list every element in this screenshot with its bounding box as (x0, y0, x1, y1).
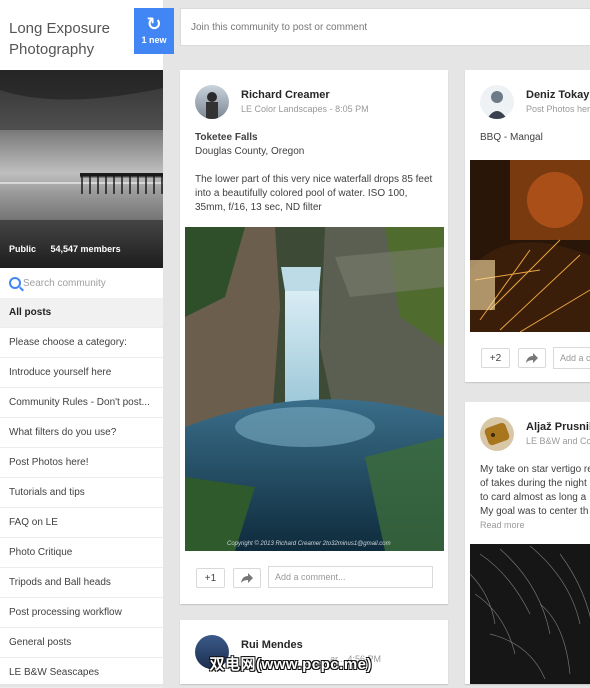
post-photo[interactable] (470, 544, 590, 684)
comment-input[interactable]: Add a c (553, 347, 590, 369)
share-button[interactable] (233, 568, 261, 588)
join-community-bar[interactable]: Join this community to post or comment (180, 8, 590, 46)
avatar[interactable] (195, 85, 229, 119)
community-cover-photo (0, 70, 163, 268)
post-author[interactable]: Richard Creamer (241, 89, 330, 101)
post-category[interactable]: LE B&W and Col (526, 436, 590, 446)
post-card: Deniz Tokay Post Photos here! BBQ - Mang… (465, 70, 590, 382)
post-card: Aljaž Prusnik LE B&W and Col My take on … (465, 402, 590, 684)
post-card: Rui Mendes ar... 4:56 PM (180, 620, 448, 684)
post-author[interactable]: Deniz Tokay (526, 89, 589, 101)
comment-input[interactable]: Add a comment... (268, 566, 433, 588)
post-content: Toketee Falls Douglas County, Oregon The… (195, 131, 435, 215)
share-icon (241, 573, 253, 583)
avatar[interactable] (480, 85, 514, 119)
post-author[interactable]: Rui Mendes (241, 639, 303, 651)
new-posts-count: 1 new (141, 35, 167, 45)
category-rules[interactable]: Community Rules - Don't post... (0, 388, 163, 418)
member-count[interactable]: 54,547 members (51, 244, 121, 254)
category-tripods[interactable]: Tripods and Ball heads (0, 568, 163, 598)
post-photo[interactable] (470, 160, 590, 332)
post-body: BBQ - Mangal (480, 132, 543, 143)
category-critique[interactable]: Photo Critique (0, 538, 163, 568)
read-more-link[interactable]: Read more (480, 520, 525, 530)
post-category[interactable]: Post Photos here! (526, 104, 590, 114)
photo-copyright: Copyright © 2013 Richard Creamer 2to32mi… (227, 540, 391, 547)
community-stats: Public 54,547 members (9, 244, 133, 254)
post-body: The lower part of this very nice waterfa… (195, 174, 433, 213)
refresh-icon: ↻ (146, 14, 162, 34)
category-post-photos[interactable]: Post Photos here! (0, 448, 163, 478)
category-filters[interactable]: What filters do you use? (0, 418, 163, 448)
post-body: My take on star vertigo re of takes duri… (480, 464, 590, 517)
category-introduce[interactable]: Introduce yourself here (0, 358, 163, 388)
post-author[interactable]: Aljaž Prusnik (526, 421, 590, 433)
avatar[interactable] (480, 417, 514, 451)
category-general[interactable]: General posts (0, 628, 163, 658)
category-all-posts[interactable]: All posts (0, 298, 163, 328)
plus-one-button[interactable]: +1 (196, 568, 225, 588)
community-visibility: Public (9, 244, 37, 254)
share-icon (526, 353, 538, 363)
post-meta: LE Color Landscapes - 8:05 PM (241, 104, 369, 114)
community-search[interactable] (0, 268, 163, 299)
category-list: All posts Please choose a category: Intr… (0, 298, 163, 688)
category-post-processing[interactable]: Post processing workflow (0, 598, 163, 628)
category-choose[interactable]: Please choose a category: (0, 328, 163, 358)
join-prompt: Join this community to post or comment (191, 22, 368, 33)
category-tutorials[interactable]: Tutorials and tips (0, 478, 163, 508)
post-category[interactable]: LE Color Landscapes (241, 104, 327, 114)
search-input[interactable] (23, 274, 157, 292)
post-title: Toketee Falls (195, 132, 258, 143)
search-icon (9, 277, 21, 289)
post-card: Richard Creamer LE Color Landscapes - 8:… (180, 70, 448, 604)
plus-one-button[interactable]: +2 (481, 348, 510, 368)
community-sidebar: Long Exposure Photography ↻ 1 new Public… (0, 0, 174, 688)
category-faq[interactable]: FAQ on LE (0, 508, 163, 538)
post-time[interactable]: 8:05 PM (335, 104, 369, 114)
new-posts-button[interactable]: ↻ 1 new (134, 8, 174, 54)
watermark: 双电网(www.pcpc.me) (209, 656, 372, 673)
post-location: Douglas County, Oregon (195, 146, 305, 157)
share-button[interactable] (518, 348, 546, 368)
post-photo[interactable]: Copyright © 2013 Richard Creamer 2to32mi… (185, 227, 444, 551)
community-title[interactable]: Long Exposure Photography (9, 18, 134, 60)
